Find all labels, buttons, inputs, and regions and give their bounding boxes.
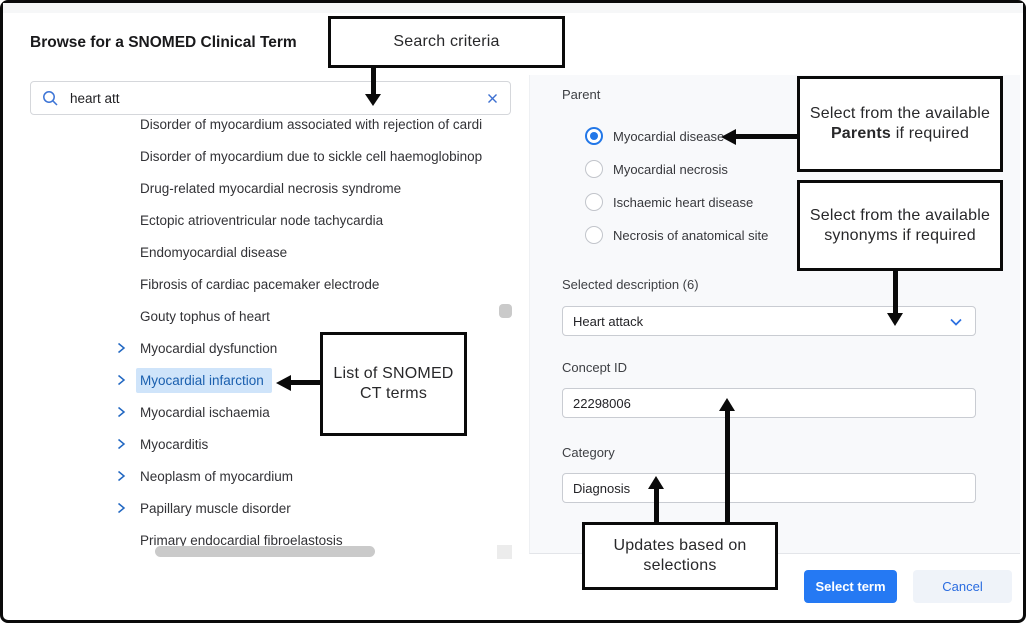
term-label: Myocarditis bbox=[136, 432, 216, 457]
radio-label: Ischaemic heart disease bbox=[613, 195, 753, 210]
term-label: Disorder of myocardium associated with r… bbox=[136, 117, 490, 137]
list-item[interactable]: Fibrosis of cardiac pacemaker electrode bbox=[30, 268, 511, 300]
term-label: Fibrosis of cardiac pacemaker electrode bbox=[136, 272, 387, 297]
parent-radio-option[interactable]: Ischaemic heart disease bbox=[585, 192, 768, 212]
chevron-right-icon[interactable] bbox=[114, 437, 128, 451]
arrow-to-parent-radio-head bbox=[721, 129, 736, 145]
arrow-to-term-head bbox=[276, 375, 291, 391]
chevron-right-icon[interactable] bbox=[114, 373, 128, 387]
callout-parents: Select from the available Parents if req… bbox=[797, 76, 1003, 172]
term-label: Gouty tophus of heart bbox=[136, 304, 278, 329]
radio-label: Necrosis of anatomical site bbox=[613, 228, 768, 243]
parent-radio-option[interactable]: Necrosis of anatomical site bbox=[585, 225, 768, 245]
term-label: Myocardial ischaemia bbox=[136, 400, 278, 425]
parent-radio-group: Myocardial disease Myocardial necrosis I… bbox=[585, 126, 768, 245]
dialog-top-strip bbox=[3, 3, 1023, 13]
list-item[interactable]: Drug-related myocardial necrosis syndrom… bbox=[30, 172, 511, 204]
chevron-right-icon[interactable] bbox=[114, 501, 128, 515]
arrow-to-dropdown bbox=[893, 271, 898, 313]
list-item[interactable]: Disorder of myocardium due to sickle cel… bbox=[30, 140, 511, 172]
arrow-to-parent-radio bbox=[736, 134, 797, 139]
snomed-browser-dialog: Browse for a SNOMED Clinical Term Disord… bbox=[0, 0, 1026, 623]
arrow-to-concept-id-head bbox=[719, 398, 735, 411]
arrow-to-dropdown-head bbox=[887, 313, 903, 326]
term-label: Primary endocardial fibroelastosis bbox=[136, 528, 351, 546]
description-dropdown[interactable]: Heart attack bbox=[562, 306, 976, 336]
radio-icon[interactable] bbox=[585, 226, 603, 244]
list-item[interactable]: Endomyocardial disease bbox=[30, 236, 511, 268]
callout-parents-pre: Select from the available bbox=[810, 105, 990, 122]
parent-radio-option[interactable]: Myocardial necrosis bbox=[585, 159, 768, 179]
dialog-title: Browse for a SNOMED Clinical Term bbox=[30, 34, 297, 52]
concept-id-label: Concept ID bbox=[562, 360, 627, 375]
radio-icon[interactable] bbox=[585, 193, 603, 211]
callout-updates: Updates based on selections bbox=[582, 522, 778, 590]
parent-label: Parent bbox=[562, 87, 600, 102]
search-box[interactable] bbox=[30, 81, 511, 115]
chevron-down-icon bbox=[948, 314, 964, 330]
chevron-right-icon[interactable] bbox=[114, 469, 128, 483]
concept-id-field[interactable] bbox=[562, 388, 976, 418]
list-item[interactable]: Primary endocardial fibroelastosis bbox=[30, 524, 511, 546]
radio-dot bbox=[590, 132, 598, 140]
chevron-right-icon[interactable] bbox=[114, 341, 128, 355]
search-icon bbox=[41, 89, 59, 107]
arrow-to-search bbox=[371, 68, 376, 95]
callout-synonyms: Select from the available synonyms if re… bbox=[797, 180, 1003, 271]
arrow-to-search-head bbox=[365, 94, 381, 106]
horizontal-scrollbar[interactable] bbox=[155, 546, 375, 557]
term-label: Endomyocardial disease bbox=[136, 240, 295, 265]
radio-icon[interactable] bbox=[585, 127, 603, 145]
term-label: Ectopic atrioventricular node tachycardi… bbox=[136, 208, 391, 233]
list-item[interactable]: Ectopic atrioventricular node tachycardi… bbox=[30, 204, 511, 236]
arrow-to-category bbox=[654, 488, 659, 522]
chevron-right-icon[interactable] bbox=[114, 405, 128, 419]
category-label: Category bbox=[562, 445, 615, 460]
list-item[interactable]: Gouty tophus of heart bbox=[30, 300, 511, 332]
term-label: Papillary muscle disorder bbox=[136, 496, 299, 521]
category-field[interactable] bbox=[562, 473, 976, 503]
radio-label: Myocardial necrosis bbox=[613, 162, 728, 177]
selected-description-label: Selected description (6) bbox=[562, 277, 699, 292]
callout-parents-bold: Parents bbox=[831, 125, 891, 142]
clear-search-icon[interactable] bbox=[485, 91, 500, 106]
callout-search-criteria: Search criteria bbox=[328, 16, 565, 68]
arrow-to-concept-id bbox=[725, 410, 730, 522]
cancel-button[interactable]: Cancel bbox=[913, 570, 1012, 603]
search-input[interactable] bbox=[68, 90, 485, 107]
callout-parents-post: if required bbox=[891, 125, 969, 142]
radio-label: Myocardial disease bbox=[613, 129, 724, 144]
term-label: Myocardial dysfunction bbox=[136, 336, 285, 361]
term-label: Neoplasm of myocardium bbox=[136, 464, 301, 489]
term-label: Disorder of myocardium due to sickle cel… bbox=[136, 144, 490, 169]
term-label: Myocardial infarction bbox=[136, 368, 272, 393]
arrow-to-term bbox=[291, 380, 320, 385]
select-term-button[interactable]: Select term bbox=[804, 570, 897, 603]
list-item[interactable]: Neoplasm of myocardium bbox=[30, 460, 511, 492]
list-item[interactable]: Papillary muscle disorder bbox=[30, 492, 511, 524]
radio-icon[interactable] bbox=[585, 160, 603, 178]
description-dropdown-value: Heart attack bbox=[573, 314, 643, 329]
term-label: Drug-related myocardial necrosis syndrom… bbox=[136, 176, 409, 201]
arrow-to-category-head bbox=[648, 476, 664, 489]
vertical-scrollbar[interactable] bbox=[499, 304, 512, 318]
callout-term-list: List of SNOMED CT terms bbox=[320, 332, 467, 436]
list-item[interactable]: Disorder of myocardium associated with r… bbox=[30, 117, 511, 140]
scrollbar-corner bbox=[497, 545, 512, 559]
